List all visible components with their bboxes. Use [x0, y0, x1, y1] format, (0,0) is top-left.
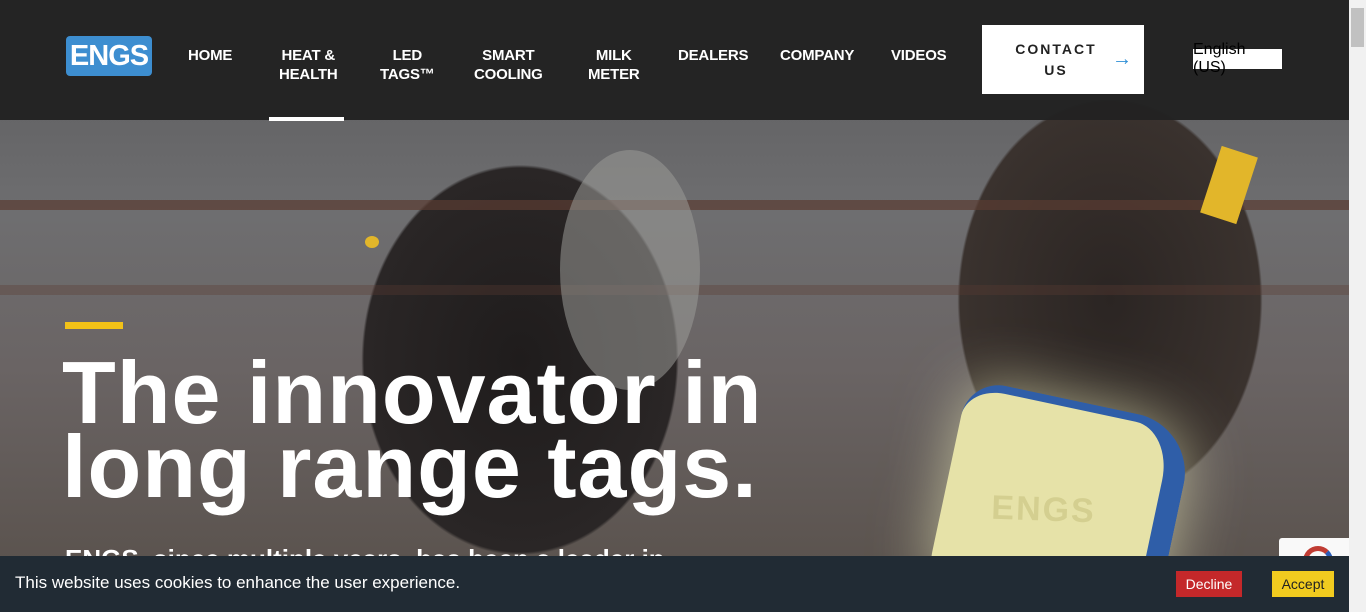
page-scrollbar[interactable]	[1349, 0, 1366, 612]
site-header: ENGS HOME HEAT & HEALTH LED TAGS™ SMART COO…	[0, 0, 1349, 121]
contact-label-line1: CONTACT	[1015, 40, 1097, 57]
device-emboss-text: ENGS	[990, 488, 1097, 531]
contact-us-button[interactable]: CONTACT US →	[982, 25, 1144, 94]
hero-headline: The innovator in long range tags.	[62, 343, 763, 516]
nav-videos[interactable]: VIDEOS	[891, 46, 947, 65]
nav-home[interactable]: HOME	[188, 46, 232, 65]
nav-active-indicator	[269, 117, 344, 121]
accept-cookies-button[interactable]: Accept	[1272, 571, 1334, 597]
contact-label-line2: US	[1044, 61, 1068, 78]
nav-milk-meter[interactable]: MILK METER	[588, 46, 640, 84]
arrow-right-icon: →	[1112, 48, 1132, 70]
headline-accent-bar	[65, 322, 123, 329]
engs-logo[interactable]: ENGS	[66, 36, 152, 76]
language-select[interactable]: English (US)	[1192, 41, 1283, 76]
scrollbar-thumb[interactable]	[1351, 8, 1364, 47]
decline-cookies-button[interactable]: Decline	[1176, 571, 1242, 597]
cookie-message: This website uses cookies to enhance the…	[15, 573, 461, 592]
nav-company[interactable]: COMPANY	[780, 46, 854, 65]
nav-heat-health[interactable]: HEAT & HEALTH	[279, 46, 338, 84]
nav-smart-cooling[interactable]: SMART COOLING	[474, 46, 543, 84]
nav-led-tags[interactable]: LED TAGS™	[380, 46, 435, 84]
nav-dealers[interactable]: DEALERS	[678, 46, 748, 65]
cookie-consent-bar: This website uses cookies to enhance the…	[0, 556, 1349, 612]
